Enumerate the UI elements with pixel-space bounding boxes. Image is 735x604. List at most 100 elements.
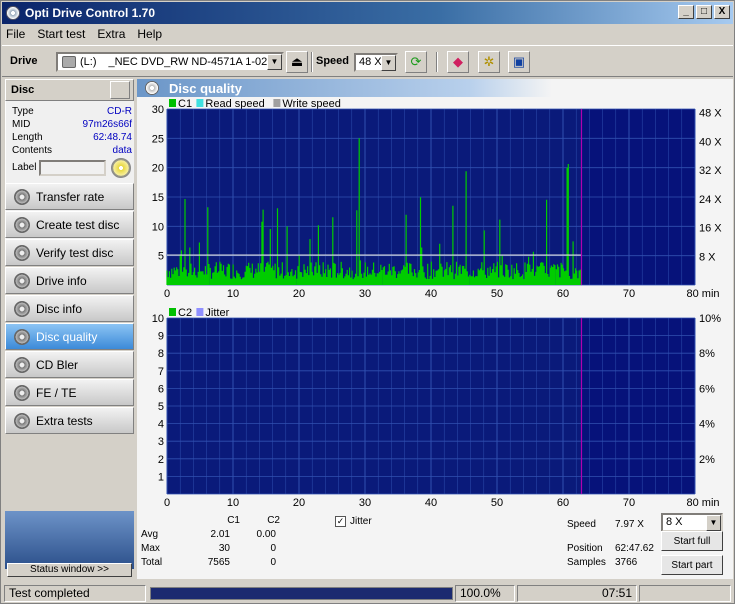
y-tick-right-label: 32 X	[699, 165, 722, 177]
jitter-label: Jitter	[350, 516, 372, 527]
legend-label-jitter: Jitter	[205, 307, 229, 319]
drive-letter: (L:)	[80, 56, 97, 68]
separator	[436, 52, 438, 72]
stats-total-label: Total	[141, 557, 163, 568]
disc-quality-icon	[145, 81, 159, 95]
disc-icon	[14, 244, 30, 261]
sidebar-item-verify-test-disc[interactable]: Verify test disc	[5, 239, 134, 266]
close-button[interactable]: X	[714, 5, 730, 19]
y-tick-right-label: 10%	[699, 313, 721, 325]
settings-button[interactable]: ✲	[478, 51, 500, 73]
speed-select[interactable]: 48 X ▼	[354, 53, 398, 72]
sidebar-item-disc-info[interactable]: Disc info	[5, 295, 134, 322]
sidebar-item-cd-bler[interactable]: CD Bler	[5, 351, 134, 378]
save-button[interactable]: ▣	[508, 51, 530, 73]
chevron-down-icon[interactable]: ▼	[267, 54, 282, 70]
disc-label-key: Label	[12, 162, 42, 173]
disc-label-input[interactable]	[39, 160, 106, 176]
sidebar-item-create-test-disc[interactable]: Create test disc	[5, 211, 134, 238]
sidebar: Disc Type CD-R MID 97m26s66f Length 62:48.7…	[5, 79, 134, 579]
test-speed-value: 8 X	[666, 516, 683, 528]
maximize-button[interactable]: □	[696, 5, 712, 19]
x-tick-label: 60	[557, 497, 569, 509]
x-tick-label: 60	[557, 288, 569, 300]
y-tick-label: 3	[158, 436, 164, 448]
menu-help[interactable]: Help	[137, 27, 162, 41]
y-tick-label: 25	[152, 133, 164, 145]
stats-total-c2: 0	[270, 557, 276, 568]
y-tick-label: 9	[158, 331, 164, 343]
status-text: Test completed	[4, 585, 146, 602]
sidebar-item-transfer-rate[interactable]: Transfer rate	[5, 183, 134, 210]
disc-icon	[14, 328, 30, 345]
refresh-button[interactable]: ⟳	[405, 51, 427, 73]
y-tick-label: 2	[158, 454, 164, 466]
field-key: MID	[12, 119, 31, 130]
sidebar-item-disc-quality[interactable]: Disc quality	[5, 323, 134, 350]
sidebar-item-label: FE / TE	[36, 385, 77, 400]
test-speed-select[interactable]: 8 X ▼	[661, 513, 723, 532]
minimize-button[interactable]: _	[678, 5, 694, 19]
y-tick-label: 5	[158, 401, 164, 413]
sidebar-item-drive-info[interactable]: Drive info	[5, 267, 134, 294]
sidebar-item-label: Disc quality	[36, 329, 98, 344]
field-key: Length	[12, 132, 43, 143]
drive-icon	[62, 56, 76, 68]
sidebar-item-label: CD Bler	[36, 357, 79, 372]
x-tick-label: 50	[491, 497, 503, 509]
status-bar: Test completed 100.0% 07:51	[2, 583, 733, 603]
disc-icon	[14, 384, 30, 401]
eject-button[interactable]: ⏏	[286, 51, 308, 73]
y-tick-right-label: 16 X	[699, 223, 722, 235]
legend-swatch	[169, 99, 176, 107]
drive-label: Drive	[10, 55, 38, 67]
disc-panel-header: Disc	[5, 79, 134, 101]
main-panel: Disc quality C1 Read speed Write speed 0 10 2…	[137, 79, 733, 579]
stats-max-c1: 30	[218, 543, 230, 554]
status-percent: 100.0%	[455, 585, 515, 602]
status-time: 07:51	[517, 585, 637, 602]
legend-swatch	[169, 308, 176, 316]
legend-label-c2: C2	[178, 307, 192, 319]
stats-total-c1: 7565	[207, 557, 230, 568]
status-window-button[interactable]: Status window >>	[7, 563, 132, 577]
menu-extra[interactable]: Extra	[97, 27, 125, 41]
chevron-down-icon[interactable]: ▼	[381, 55, 396, 71]
gear-icon: ✲	[483, 54, 495, 69]
sidebar-item-label: Disc info	[36, 301, 83, 316]
cd-icon[interactable]	[111, 158, 131, 178]
x-tick-label: 70	[623, 288, 635, 300]
sidebar-item-extra-tests[interactable]: Extra tests	[5, 407, 134, 434]
progress-bar	[150, 587, 453, 600]
legend-label-c1: C1	[178, 98, 192, 110]
disc-field-mid: MID 97m26s66f	[12, 119, 132, 130]
separator	[311, 52, 313, 72]
disc-panel-toggle-button[interactable]	[110, 81, 130, 99]
field-key: Type	[12, 106, 34, 117]
menu-start-test[interactable]: Start test	[37, 27, 85, 41]
erase-button[interactable]: ◆	[447, 51, 469, 73]
speed-select-value: 48 X	[359, 56, 382, 68]
x-tick-label: 0	[164, 288, 170, 300]
title-bar: Opti Drive Control 1.70 _ □ X	[2, 2, 733, 24]
drive-select[interactable]: (L:) _NEC DVD_RW ND-4571A 1-02 ▼	[56, 52, 284, 72]
legend-swatch	[196, 99, 204, 107]
x-tick-label: 80 min	[686, 288, 719, 300]
sidebar-item-fe-te[interactable]: FE / TE	[5, 379, 134, 406]
position-label: Position	[567, 543, 603, 554]
y-tick-label: 20	[152, 163, 164, 175]
chevron-down-icon[interactable]: ▼	[706, 515, 721, 531]
drive-name: _NEC DVD_RW ND-4571A 1-02	[108, 56, 268, 68]
disc-icon	[14, 412, 30, 429]
y-tick-label: 5	[158, 251, 164, 263]
disc-icon	[14, 272, 30, 289]
start-full-button[interactable]: Start full	[661, 531, 723, 551]
toolbar: Drive (L:) _NEC DVD_RW ND-4571A 1-02 ▼ ⏏…	[2, 45, 733, 77]
menu-file[interactable]: File	[6, 27, 25, 41]
window-title: Opti Drive Control 1.70	[25, 6, 156, 20]
legend-label-read-speed: Read speed	[205, 98, 264, 110]
eject-icon: ⏏	[290, 54, 304, 69]
x-tick-label: 30	[359, 288, 371, 300]
jitter-checkbox[interactable]: ✓	[335, 516, 346, 527]
start-part-button[interactable]: Start part	[661, 555, 723, 575]
